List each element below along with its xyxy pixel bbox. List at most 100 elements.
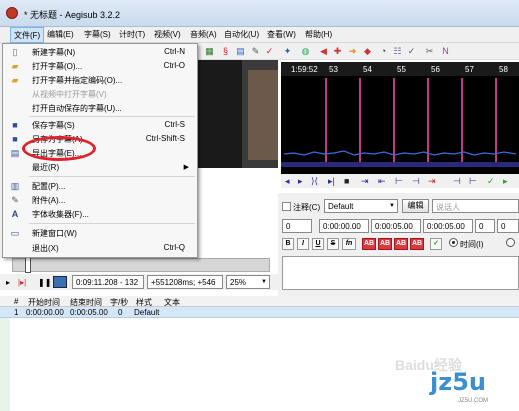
comment-checkbox[interactable] [282, 202, 291, 211]
seek-thumb[interactable] [25, 257, 31, 273]
play-before-icon[interactable]: ⇥ [361, 176, 369, 187]
shift-times-icon[interactable]: ◀ [318, 46, 329, 57]
attachment-icon: ✎ [11, 195, 19, 205]
stop-icon[interactable]: ■ [344, 176, 349, 186]
film-icon[interactable]: ▦ [204, 46, 215, 57]
menu-item-save-subtitles[interactable]: ■ 保存字幕(S) Ctrl-S [3, 118, 197, 132]
underline-button[interactable]: U [312, 238, 324, 250]
row-style: Default [134, 308, 160, 317]
menu-help[interactable]: 帮助(H) [305, 29, 332, 40]
play-line-icon[interactable]: |▸| [18, 278, 26, 287]
menu-item-exit[interactable]: 退出(X) Ctrl-Q [3, 241, 197, 255]
grid-icon[interactable]: ☷ [392, 46, 403, 57]
video-mode-icon[interactable] [53, 276, 67, 288]
script-icon[interactable]: § [220, 46, 231, 57]
margin-left-field[interactable]: 0 [475, 219, 495, 233]
menu-item-label: 打开字幕(O)... [32, 62, 83, 71]
menu-item-fonts-collector[interactable]: A 字体收集器(F)... [3, 207, 197, 221]
lead-in-icon[interactable]: ⊣ [453, 176, 461, 187]
time-radio-button[interactable] [449, 238, 458, 247]
italic-button[interactable]: I [297, 238, 309, 250]
style-select[interactable]: Default ▼ [324, 199, 398, 213]
ruler-tick: 53 [329, 65, 338, 74]
strikeout-button[interactable]: S [327, 238, 339, 250]
menu-item-new-window[interactable]: ▭ 新建窗口(W) [3, 226, 197, 240]
toolbar: ▦ § ▤ ✎ ✓ ✦ ◍ ◀ ✚ ➜ ◆ ◔ ☷ ✓ ✂ N [198, 43, 519, 60]
secondary-color-button[interactable]: AB [378, 238, 392, 250]
style-icon[interactable]: ▤ [235, 46, 246, 57]
outline-color-button[interactable]: AB [394, 238, 408, 250]
frame-radio-button[interactable] [506, 238, 515, 247]
play-icon[interactable]: ▸ [6, 278, 10, 287]
menu-item-attachments[interactable]: ✎ 附件(A)... [3, 193, 197, 207]
menu-view[interactable]: 查看(W) [267, 29, 296, 40]
subtitle-icon[interactable]: N [440, 46, 451, 57]
menu-item-open-from-video[interactable]: 从视频中打开字幕(V) [3, 87, 197, 101]
table-row[interactable]: 1 0:00:00.00 0:00:05.00 0 Default [0, 307, 519, 318]
menu-item-properties[interactable]: ▥ 配置(P)... [3, 179, 197, 193]
menu-video[interactable]: 视频(V) [154, 29, 181, 40]
save-icon: ■ [12, 120, 18, 130]
menu-item-shortcut: Ctrl-S [164, 120, 185, 129]
start-time-field[interactable]: 0:00:00.00 [319, 219, 369, 233]
duration-field[interactable]: 0:00:05.00 [423, 219, 473, 233]
margin-right-field[interactable]: 0 [497, 219, 519, 233]
play-prev-icon[interactable]: ◂ [285, 176, 290, 187]
play-range-icon[interactable]: ▸| [328, 176, 335, 187]
jz5u-logo-subtext: JZ5U.COM [458, 398, 488, 404]
commit-check-icon[interactable]: ✓ [430, 238, 442, 250]
pause-icon[interactable]: ❚❚ [38, 278, 51, 287]
check-icon[interactable]: ✓ [406, 46, 417, 57]
snap-icon[interactable]: ✚ [332, 46, 343, 57]
lead-out-icon[interactable]: ⊢ [469, 176, 477, 187]
menu-item-recent[interactable]: 最近(R) ▶ [3, 160, 197, 174]
menu-edit[interactable]: 编辑(E) [47, 29, 74, 40]
clock-icon[interactable]: ◔ [378, 46, 389, 57]
video-frame-dark [198, 60, 242, 168]
shadow-color-button[interactable]: AB [410, 238, 424, 250]
menu-automation[interactable]: 自动化(U) [224, 29, 259, 40]
menu-item-open-subtitles[interactable]: ▰ 打开字幕(O)... Ctrl-O [3, 59, 197, 73]
arrow-right-icon[interactable]: ➜ [347, 46, 358, 57]
save-as-icon: ■ [12, 134, 18, 144]
pencil-icon[interactable]: ✎ [250, 46, 261, 57]
comment-label: 注释(C) [293, 203, 321, 212]
audio-scrollbar[interactable] [281, 162, 519, 167]
video-seek-bar[interactable] [12, 257, 270, 273]
menu-audio[interactable]: 音频(A) [190, 29, 217, 40]
menu-item-open-autosave[interactable]: 打开自动保存的字幕(U)... [3, 101, 197, 115]
menu-item-new-subtitles[interactable]: ▯ 新建字幕(N) Ctrl-N [3, 45, 197, 59]
menu-item-open-with-charset[interactable]: ▰ 打开字幕并指定编码(O)... [3, 73, 197, 87]
edit-style-button[interactable]: 编辑 [402, 199, 429, 213]
commit-check-icon[interactable]: ✓ [487, 176, 495, 187]
zoom-select[interactable]: 25% ▼ [226, 275, 270, 289]
goto-icon[interactable]: ▸ [503, 176, 508, 187]
join-icon[interactable]: ◆ [362, 46, 373, 57]
grid-gutter [0, 318, 10, 411]
spellcheck-icon[interactable]: ✓ [264, 46, 275, 57]
actor-input[interactable]: 说话人 [432, 199, 519, 213]
subtitle-text-input[interactable] [282, 256, 519, 290]
video-offset-field[interactable]: +551208ms; +546 [147, 275, 223, 289]
end-time-field[interactable]: 0:00:05.00 [371, 219, 421, 233]
translate-icon[interactable]: ✦ [282, 46, 293, 57]
menu-file[interactable]: 文件(F) [10, 27, 45, 43]
play-after-icon[interactable]: ⇤ [378, 176, 386, 187]
play-end-icon[interactable]: ⊣ [412, 176, 420, 187]
layer-field[interactable]: 0 [282, 219, 312, 233]
tools-icon[interactable]: ✂ [424, 46, 435, 57]
bold-button[interactable]: B [282, 238, 294, 250]
menu-subtitle[interactable]: 字幕(S) [84, 29, 111, 40]
primary-color-button[interactable]: AB [362, 238, 376, 250]
menu-timing[interactable]: 计时(T) [119, 29, 145, 40]
play-next-icon[interactable]: ▸ [298, 176, 303, 187]
properties-icon: ▥ [10, 181, 20, 191]
play-to-end-icon[interactable]: ⇥ [428, 176, 436, 187]
play-start-icon[interactable]: ⊢ [395, 176, 403, 187]
video-display[interactable] [198, 60, 278, 168]
font-button[interactable]: fn [342, 238, 356, 250]
resample-icon[interactable]: ◍ [300, 46, 311, 57]
video-time-field[interactable]: 0:09:11.208 - 132 [72, 275, 144, 289]
play-selection-icon[interactable]: ⟩⟨ [311, 176, 318, 187]
menu-item-label: 退出(X) [32, 244, 59, 253]
